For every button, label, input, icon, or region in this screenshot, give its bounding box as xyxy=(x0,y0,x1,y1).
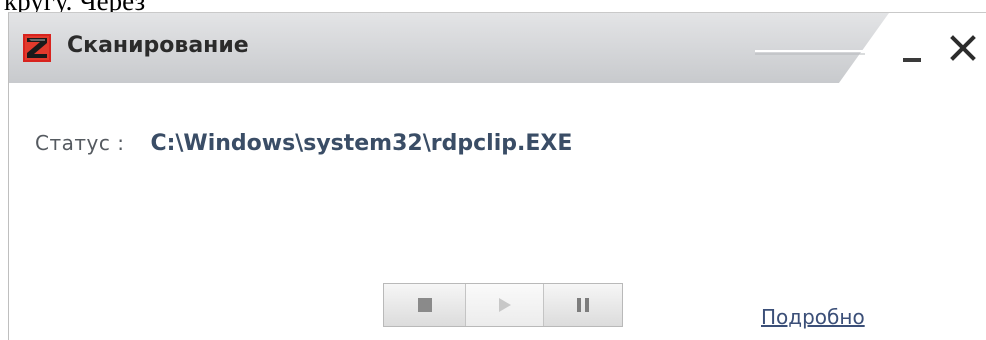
close-button[interactable] xyxy=(943,27,983,67)
minimize-button[interactable] xyxy=(893,27,933,67)
stop-button[interactable] xyxy=(384,284,466,326)
pause-icon xyxy=(577,298,589,312)
window-title: Сканирование xyxy=(67,33,249,58)
status-value: C:\Windows\system32\rdpclip.EXE xyxy=(150,131,573,156)
minimize-icon xyxy=(903,58,921,62)
scan-dialog-window: Сканирование Статус : C:\Windows\system32… xyxy=(8,12,986,340)
scan-controls xyxy=(383,283,623,327)
play-button[interactable] xyxy=(466,284,544,326)
play-icon xyxy=(498,298,511,312)
scanner-app-icon xyxy=(23,34,51,62)
status-row: Статус : C:\Windows\system32\rdpclip.EXE xyxy=(35,131,572,156)
close-icon xyxy=(950,35,976,61)
page: кругу. Через Сканирование Статус: C:\Wi… xyxy=(0,0,986,340)
details-link[interactable]: Подробно xyxy=(761,305,865,329)
stop-icon xyxy=(417,298,432,312)
status-label: Статус : xyxy=(35,131,125,155)
pause-button[interactable] xyxy=(544,284,622,326)
title-bar[interactable]: Сканирование xyxy=(9,13,986,83)
